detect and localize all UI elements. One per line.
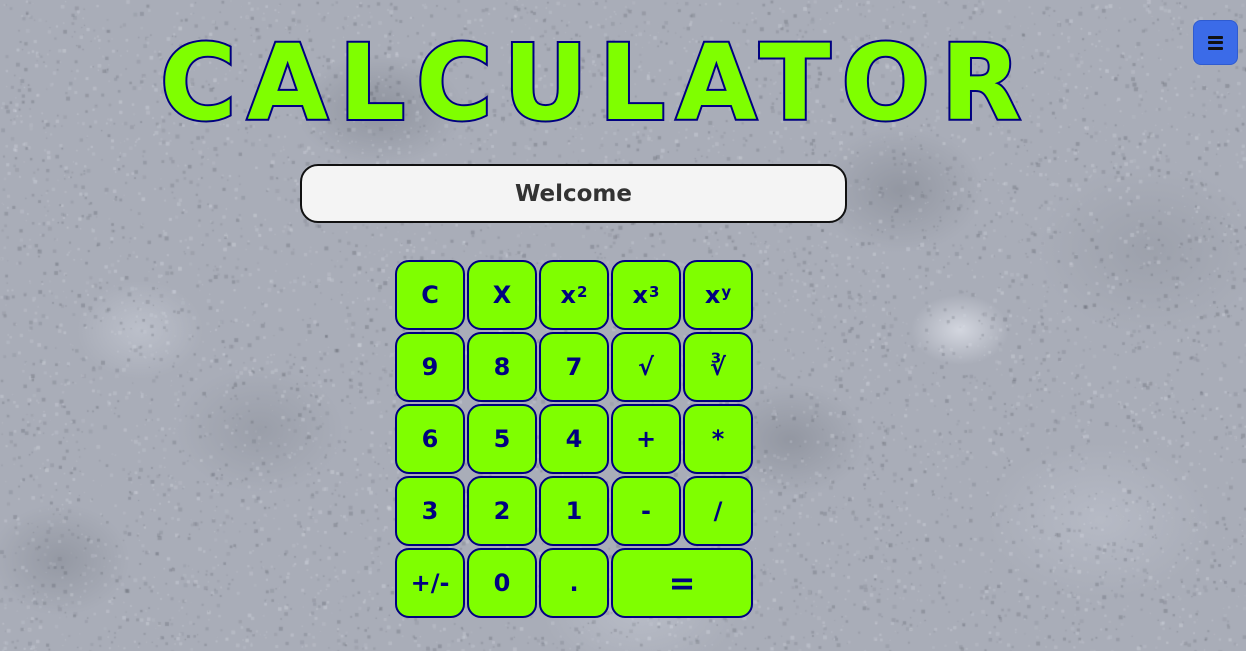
square-button[interactable]: x2 xyxy=(539,260,609,330)
divide-button[interactable]: / xyxy=(683,476,753,546)
digit-7-button[interactable]: 7 xyxy=(539,332,609,402)
minus-button[interactable]: - xyxy=(611,476,681,546)
digit-4-button[interactable]: 4 xyxy=(539,404,609,474)
square-root-button[interactable]: √ xyxy=(611,332,681,402)
cube-exponent: 3 xyxy=(649,283,660,301)
power-exponent: y xyxy=(721,283,732,301)
digit-1-button[interactable]: 1 xyxy=(539,476,609,546)
digit-5-button[interactable]: 5 xyxy=(467,404,537,474)
equals-button[interactable]: = xyxy=(611,548,753,618)
plus-button[interactable]: + xyxy=(611,404,681,474)
cube-button[interactable]: x3 xyxy=(611,260,681,330)
menu-icon-bar xyxy=(1208,35,1223,39)
multiply-button[interactable]: * xyxy=(683,404,753,474)
backspace-button[interactable]: X xyxy=(467,260,537,330)
digit-8-button[interactable]: 8 xyxy=(467,332,537,402)
menu-icon-bar xyxy=(1208,46,1223,50)
menu-button[interactable] xyxy=(1193,20,1238,65)
clear-button[interactable]: C xyxy=(395,260,465,330)
digit-6-button[interactable]: 6 xyxy=(395,404,465,474)
decimal-button[interactable]: . xyxy=(539,548,609,618)
power-button[interactable]: xy xyxy=(683,260,753,330)
calculator-keypad: C X x2 x3 xy 9 8 7 √ ∛ 6 5 4 + * 3 2 1 -… xyxy=(395,260,753,618)
page-title: CALCULATOR xyxy=(158,22,1032,144)
digit-0-button[interactable]: 0 xyxy=(467,548,537,618)
digit-2-button[interactable]: 2 xyxy=(467,476,537,546)
calculator-display: Welcome xyxy=(300,164,847,223)
digit-9-button[interactable]: 9 xyxy=(395,332,465,402)
cube-base: x xyxy=(632,281,649,309)
hamburger-menu-icon xyxy=(1208,35,1223,50)
square-base: x xyxy=(560,281,577,309)
menu-icon-bar xyxy=(1208,41,1223,44)
square-exponent: 2 xyxy=(577,283,588,301)
digit-3-button[interactable]: 3 xyxy=(395,476,465,546)
negate-button[interactable]: +/- xyxy=(395,548,465,618)
cube-root-button[interactable]: ∛ xyxy=(683,332,753,402)
power-base: x xyxy=(704,281,721,309)
